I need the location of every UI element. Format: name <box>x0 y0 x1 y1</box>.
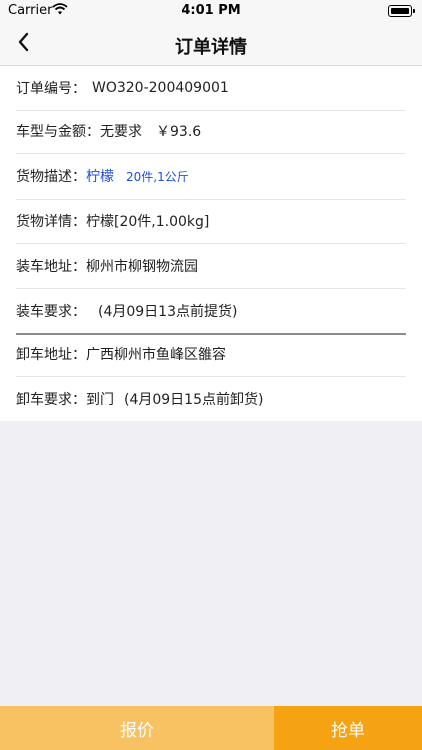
load-requirement-value: (4月09日13点前提货) <box>98 304 238 320</box>
battery-icon <box>388 5 415 17</box>
vehicle-amount-label: 车型与金额： <box>16 124 100 140</box>
quote-button[interactable]: 报价 <box>0 706 274 750</box>
status-bar: Carrier 4:01 PM <box>0 0 422 22</box>
row-load-requirement: 装车要求： (4月09日13点前提货) <box>16 289 406 335</box>
goods-description-label: 货物描述： <box>16 169 86 185</box>
load-requirement-label: 装车要求： <box>16 304 86 320</box>
row-load-address: 装车地址： 柳州市柳钢物流园 <box>16 244 406 289</box>
goods-quantity: 20件,1公斤 <box>126 169 189 184</box>
load-address-value: 柳州市柳钢物流园 <box>86 259 198 275</box>
load-address-label: 装车地址： <box>16 259 86 275</box>
order-number-value: WO320-200409001 <box>92 80 229 96</box>
unload-method-value: 到门 <box>86 392 114 408</box>
bottom-action-bar: 报价 抢单 <box>0 706 422 750</box>
page-title: 订单详情 <box>175 37 247 58</box>
vehicle-type-value: 无要求 <box>100 124 142 140</box>
status-time: 4:01 PM <box>181 3 241 18</box>
row-order-number: 订单编号： WO320-200409001 <box>16 66 406 111</box>
row-goods-detail: 货物详情： 柠檬[20件,1.00kg] <box>16 199 406 244</box>
goods-detail-label: 货物详情： <box>16 214 86 230</box>
goods-name: 柠檬 <box>86 169 114 185</box>
order-detail-list: 订单编号： WO320-200409001 车型与金额： 无要求 ￥93.6 货… <box>0 66 422 421</box>
row-goods-description: 货物描述： 柠檬 20件,1公斤 <box>16 153 406 200</box>
row-unload-requirement: 卸车要求： 到门 (4月09日15点前卸货) <box>16 377 406 421</box>
unload-requirement-label: 卸车要求： <box>16 392 86 408</box>
grab-order-button[interactable]: 抢单 <box>274 706 422 750</box>
navigation-bar: 订单详情 <box>0 22 422 66</box>
goods-detail-value: 柠檬[20件,1.00kg] <box>86 214 210 230</box>
amount-value: ￥93.6 <box>156 124 202 140</box>
unload-address-label: 卸车地址： <box>16 347 86 363</box>
unload-address-value: 广西柳州市鱼峰区雒容 <box>86 347 226 363</box>
unload-requirement-value: (4月09日15点前卸货) <box>124 392 264 408</box>
order-number-label: 订单编号： <box>16 81 86 97</box>
row-unload-address: 卸车地址： 广西柳州市鱼峰区雒容 <box>16 332 406 377</box>
row-vehicle-amount: 车型与金额： 无要求 ￥93.6 <box>16 109 406 154</box>
